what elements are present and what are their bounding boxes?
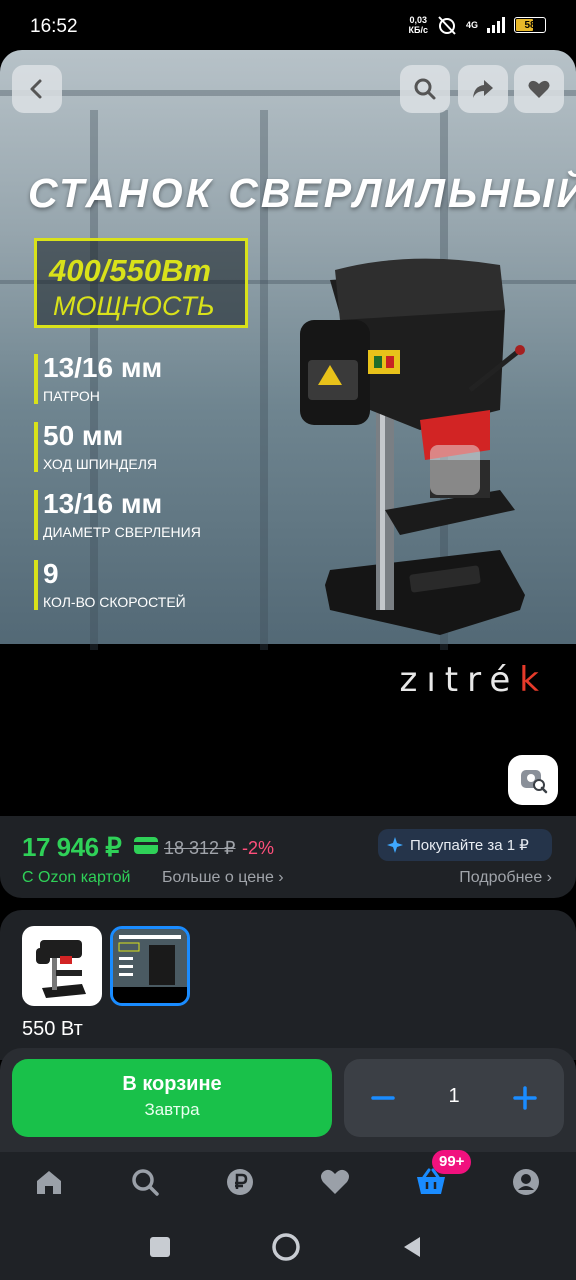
back-system-button[interactable]	[397, 1232, 427, 1262]
signal-icon	[487, 17, 505, 33]
drill-press-illustration	[300, 258, 525, 635]
search-icon	[132, 1169, 159, 1196]
power-value: 400/550Вт	[49, 253, 212, 288]
ozon-card-icon	[134, 837, 158, 854]
photo-search-button[interactable]	[508, 755, 558, 805]
back-icon	[30, 79, 42, 99]
details-link[interactable]: Подробнее ›	[459, 869, 552, 887]
variant-thumbnail-selected[interactable]	[110, 926, 190, 1006]
banner-thumbnail-image	[113, 929, 187, 1003]
tab-search[interactable]	[125, 1162, 165, 1202]
battery-icon: 58	[514, 17, 546, 33]
in-cart-button[interactable]: В корзине Завтра	[12, 1059, 332, 1137]
status-bar: 16:52 0,03 КБ/с 4G 58	[0, 0, 576, 52]
sparkle-icon	[387, 837, 403, 853]
tab-favorites[interactable]	[315, 1162, 355, 1202]
bottom-tab-bar	[0, 1152, 576, 1210]
drill-thumbnail-image	[36, 940, 86, 998]
triangle-back-icon	[404, 1237, 420, 1257]
promo-chip[interactable]: Покупайте за 1 ₽	[378, 829, 552, 861]
cart-count-badge: 99+	[432, 1150, 472, 1174]
variants-card: 550 Вт	[0, 910, 576, 1060]
promo-label: Покупайте за 1 ₽	[410, 837, 529, 854]
home-icon	[37, 1171, 61, 1194]
product-image: СТАНОК СВЕРЛИЛЬНЫЙ 400/550Вт МОЩНОСТЬ 13…	[0, 50, 576, 650]
more-price-link[interactable]: Больше о цене ›	[162, 869, 284, 887]
quantity-value: 1	[448, 1085, 460, 1107]
cart-button-title: В корзине	[122, 1073, 222, 1095]
product-gallery[interactable]: СТАНОК СВЕРЛИЛЬНЫЙ 400/550Вт МОЩНОСТЬ 13…	[0, 50, 576, 816]
price-current: 17 946 ₽	[22, 832, 122, 862]
home-system-button[interactable]	[271, 1232, 301, 1262]
favorite-button[interactable]	[514, 65, 564, 113]
quantity-stepper: 1	[344, 1059, 564, 1137]
search-icon	[414, 78, 436, 100]
system-navigation-bar	[0, 1210, 576, 1280]
variant-label: 550 Вт	[22, 1018, 83, 1040]
favorites-icon	[321, 1169, 349, 1194]
ruble-icon	[227, 1169, 253, 1195]
back-button[interactable]	[12, 65, 62, 113]
network-type: 4G	[465, 20, 478, 30]
tab-finance[interactable]	[220, 1162, 260, 1202]
share-button[interactable]	[458, 65, 508, 113]
plus-icon	[513, 1086, 537, 1110]
tab-profile[interactable]	[506, 1162, 546, 1202]
increase-quantity-button[interactable]	[508, 1081, 542, 1115]
minus-icon	[371, 1096, 395, 1100]
square-icon	[150, 1237, 170, 1257]
ozon-card-label: С Ozon картой	[22, 869, 131, 886]
profile-icon	[513, 1169, 539, 1195]
share-icon	[473, 80, 493, 98]
decrease-quantity-button[interactable]	[366, 1081, 400, 1115]
price-card: 17 946 ₽ 18 312 ₽ -2% Покупайте за 1 ₽ С…	[0, 816, 576, 898]
network-speed: 0,03 КБ/с	[408, 15, 428, 35]
power-badge: 400/550Вт МОЩНОСТЬ	[34, 238, 248, 328]
alarm-off-icon	[438, 16, 456, 35]
power-label: МОЩНОСТЬ	[53, 291, 215, 321]
purchase-bar: В корзине Завтра 1	[0, 1048, 576, 1152]
brand-logo: zıtrék	[399, 660, 548, 700]
variant-thumbnail[interactable]	[22, 926, 102, 1006]
tab-home[interactable]	[29, 1162, 69, 1202]
price-old: 18 312 ₽	[164, 838, 236, 858]
photo-search-icon	[521, 770, 548, 794]
status-icons: 0,03 КБ/с 4G 58	[409, 14, 546, 36]
delivery-date: Завтра	[144, 1100, 200, 1119]
search-button[interactable]	[400, 65, 450, 113]
status-time: 16:52	[30, 16, 78, 37]
circle-icon	[272, 1233, 300, 1261]
price-discount: -2%	[242, 838, 275, 858]
recent-apps-button[interactable]	[145, 1232, 175, 1262]
battery-level: 58	[524, 19, 536, 31]
heart-icon	[528, 80, 550, 98]
